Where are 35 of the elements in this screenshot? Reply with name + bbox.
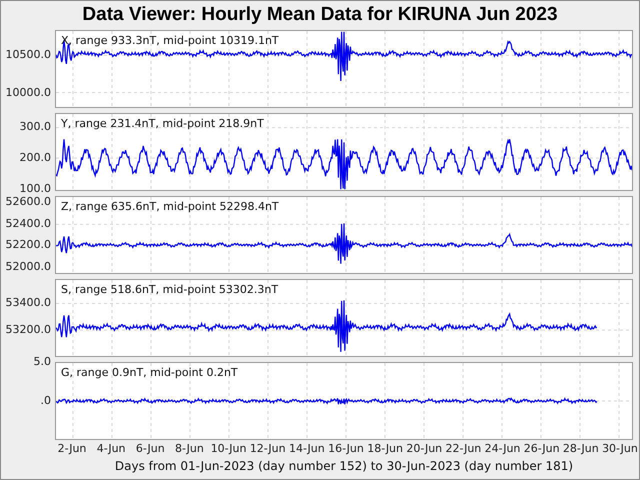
x-tick-label: 12-Jun — [250, 443, 286, 455]
x-tick-label: 18-Jun — [367, 443, 404, 455]
x-tick-label: 22-Jun — [446, 443, 482, 455]
x-tick-label: 28-Jun — [562, 443, 599, 455]
x-tick-label: 10-Jun — [210, 443, 246, 455]
y-tick-label: 100.0 — [20, 182, 51, 195]
y-tick-label: 52200.0 — [6, 239, 51, 252]
y-tick-label: 52000.0 — [6, 260, 51, 273]
y-tick-label: 5.0 — [34, 356, 51, 368]
y-tick-label: 53400.0 — [6, 297, 51, 310]
x-tick-label: 26-Jun — [524, 443, 560, 455]
x-tick-label: 20-Jun — [406, 443, 442, 455]
panel-label: G, range 0.9nT, mid-point 0.2nT — [61, 366, 238, 379]
y-tick-label: 10000.0 — [6, 87, 51, 100]
x-tick-label: 2-Jun — [58, 443, 86, 455]
y-tick-label: 300.0 — [20, 121, 51, 134]
y-tick-label: 53200.0 — [6, 324, 51, 336]
y-tick-label: 200.0 — [20, 152, 51, 164]
panel-label: X, range 933.3nT, mid-point 10319.1nT — [61, 34, 279, 47]
y-tick-label: 52600.0 — [6, 196, 51, 208]
x-tick-label: 8-Jun — [175, 443, 204, 455]
x-tick-label: 16-Jun — [328, 443, 364, 455]
y-tick-label: 52400.0 — [6, 218, 51, 230]
y-tick-label: 10500.0 — [6, 48, 51, 61]
chart-title: Data Viewer: Hourly Mean Data for KIRUNA Jun 2023 — [81, 3, 559, 27]
x-tick-label: 24-Jun — [484, 443, 520, 455]
panel-label: Z, range 635.6nT, mid-point 52298.4nT — [61, 200, 279, 213]
x-tick-label: 4-Jun — [96, 443, 126, 455]
x-tick-label: 14-Jun — [288, 443, 325, 455]
x-tick-label: 6-Jun — [136, 443, 165, 455]
panel-label: Y, range 231.4nT, mid-point 218.9nT — [61, 117, 264, 130]
y-tick-label: .0 — [40, 395, 51, 407]
panel-label: S, range 518.6nT, mid-point 53302.3nT — [61, 283, 278, 296]
x-tick-label: 30-Jun — [602, 443, 638, 455]
x-axis-label: Days from 01-Jun-2023 (day number 152) to 30-Jun-2023 (day number 181) — [114, 458, 574, 474]
